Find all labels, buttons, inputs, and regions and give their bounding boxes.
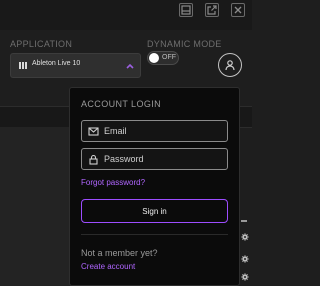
application-label: APPLICATION xyxy=(10,39,73,49)
create-account-link[interactable]: Create account xyxy=(81,262,135,271)
chevron-up-icon xyxy=(126,63,134,69)
sign-in-button[interactable]: Sign in xyxy=(81,199,228,223)
ableton-logo-icon xyxy=(19,62,27,69)
gear-icon[interactable] xyxy=(241,268,249,281)
close-icon[interactable] xyxy=(231,3,245,17)
background-pane xyxy=(0,127,71,286)
not-member-text: Not a member yet? xyxy=(81,248,158,258)
dynamic-mode-toggle[interactable]: OFF xyxy=(147,51,179,65)
gear-icon[interactable] xyxy=(241,228,249,241)
password-input[interactable] xyxy=(104,150,222,168)
account-login-popup: ACCOUNT LOGIN Forgot password? Sign in N… xyxy=(69,87,240,286)
application-value: Ableton Live 10 xyxy=(32,60,81,67)
user-icon xyxy=(225,60,235,71)
application-select[interactable]: Ableton Live 10 xyxy=(10,53,141,78)
password-field[interactable] xyxy=(81,148,228,170)
forgot-password-link[interactable]: Forgot password? xyxy=(81,178,145,187)
dynamic-mode-label: DYNAMIC MODE xyxy=(147,39,222,49)
mail-icon xyxy=(88,127,99,136)
bar-marker xyxy=(241,220,247,222)
lock-icon xyxy=(89,154,98,165)
divider xyxy=(81,234,228,235)
email-field[interactable] xyxy=(81,120,228,142)
toggle-state: OFF xyxy=(162,54,176,61)
gear-icon[interactable] xyxy=(241,250,249,263)
window-icon[interactable] xyxy=(179,3,193,17)
email-input[interactable] xyxy=(104,122,222,140)
popup-title: ACCOUNT LOGIN xyxy=(81,99,162,109)
top-bar xyxy=(0,0,252,30)
external-link-icon[interactable] xyxy=(205,3,219,17)
user-account-button[interactable] xyxy=(218,53,242,77)
toggle-knob xyxy=(149,53,159,63)
